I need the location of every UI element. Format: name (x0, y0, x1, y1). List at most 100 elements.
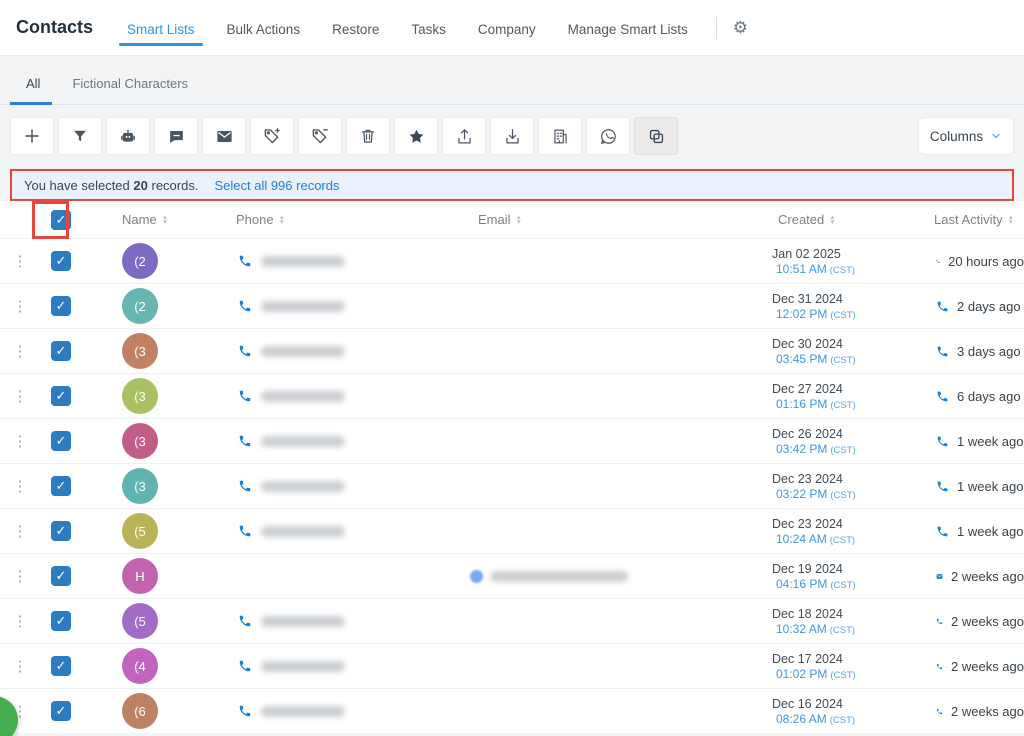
titlebar: Contacts Smart Lists Bulk Actions Restor… (0, 0, 1024, 56)
column-header-last-activity[interactable]: Last Activity▲▼ (914, 212, 1024, 227)
filter-button[interactable] (58, 117, 102, 155)
phone-icon (238, 704, 252, 718)
avatar[interactable]: (3 (122, 378, 158, 414)
created-time: 08:26 AM(CST) (772, 712, 855, 726)
row-checkbox[interactable]: ✓ (51, 656, 71, 676)
row-checkbox[interactable]: ✓ (51, 251, 71, 271)
column-header-created[interactable]: Created▲▼ (734, 212, 914, 227)
filter-icon (71, 127, 89, 145)
sms-button[interactable] (154, 117, 198, 155)
call-activity-icon (936, 435, 949, 448)
list-tab-fictional-characters[interactable]: Fictional Characters (56, 62, 204, 104)
phone-cell (236, 704, 470, 718)
avatar[interactable]: (3 (122, 333, 158, 369)
call-activity-icon (936, 615, 943, 628)
last-activity-cell: 1 week ago (914, 434, 1024, 449)
row-menu-icon[interactable]: ⋮ (0, 254, 40, 269)
avatar[interactable]: (5 (122, 603, 158, 639)
avatar[interactable]: (3 (122, 468, 158, 504)
columns-button[interactable]: Columns (918, 117, 1014, 155)
row-menu-icon[interactable]: ⋮ (0, 434, 40, 449)
tab-manage-smart-lists[interactable]: Manage Smart Lists (556, 4, 700, 52)
avatar[interactable]: (4 (122, 648, 158, 684)
created-time: 10:32 AM(CST) (772, 622, 855, 636)
created-cell: Dec 30 2024 03:45 PM(CST) (734, 337, 914, 366)
add-contact-button[interactable] (10, 117, 54, 155)
table-header: ✓ Name▲▼ Phone▲▼ Email▲▼ Created▲▼ Last … (0, 201, 1024, 238)
sort-icon[interactable]: ▲▼ (162, 215, 168, 225)
row-checkbox[interactable]: ✓ (51, 386, 71, 406)
row-checkbox[interactable]: ✓ (51, 476, 71, 496)
column-header-email[interactable]: Email▲▼ (470, 212, 734, 227)
row-checkbox[interactable]: ✓ (51, 701, 71, 721)
row-menu-icon[interactable]: ⋮ (0, 299, 40, 314)
avatar[interactable]: (5 (122, 513, 158, 549)
row-menu-icon[interactable]: ⋮ (0, 659, 40, 674)
avatar[interactable]: (2 (122, 288, 158, 324)
avatar[interactable]: (6 (122, 693, 158, 729)
avatar[interactable]: H (122, 558, 158, 594)
import-button[interactable] (490, 117, 534, 155)
row-checkbox[interactable]: ✓ (51, 296, 71, 316)
remove-tag-button[interactable] (298, 117, 342, 155)
phone-cell (236, 434, 470, 448)
redacted-phone (261, 346, 345, 357)
add-tag-button[interactable] (250, 117, 294, 155)
email-avatar-icon (470, 570, 483, 583)
automation-button[interactable] (106, 117, 150, 155)
row-menu-icon[interactable]: ⋮ (0, 479, 40, 494)
last-activity-cell: 1 week ago (914, 524, 1024, 539)
tab-bulk-actions[interactable]: Bulk Actions (215, 4, 313, 52)
sort-icon[interactable]: ▲▼ (279, 215, 285, 225)
row-menu-icon[interactable]: ⋮ (0, 569, 40, 584)
last-activity-text: 2 days ago (957, 299, 1021, 314)
row-checkbox[interactable]: ✓ (51, 611, 71, 631)
tab-smart-lists[interactable]: Smart Lists (115, 4, 207, 52)
row-checkbox[interactable]: ✓ (51, 341, 71, 361)
phone-icon (238, 344, 252, 358)
export-icon (455, 127, 474, 146)
row-menu-icon[interactable]: ⋮ (0, 344, 40, 359)
email-button[interactable] (202, 117, 246, 155)
phone-cell (236, 524, 470, 538)
tab-tasks[interactable]: Tasks (399, 4, 458, 52)
last-activity-text: 2 weeks ago (951, 704, 1024, 719)
table-row: ⋮ ✓ (2 Dec 31 2024 12:02 PM(CST) 2 days … (0, 283, 1024, 328)
call-activity-icon (936, 255, 940, 268)
row-menu-icon[interactable]: ⋮ (0, 389, 40, 404)
created-cell: Dec 19 2024 04:16 PM(CST) (734, 562, 914, 591)
last-activity-text: 1 week ago (957, 524, 1024, 539)
sort-icon[interactable]: ▲▼ (1008, 215, 1014, 225)
delete-button[interactable] (346, 117, 390, 155)
merge-duplicate-icon (647, 127, 666, 146)
row-checkbox[interactable]: ✓ (51, 431, 71, 451)
created-cell: Dec 17 2024 01:02 PM(CST) (734, 652, 914, 681)
row-checkbox[interactable]: ✓ (51, 566, 71, 586)
row-menu-icon[interactable]: ⋮ (0, 614, 40, 629)
row-checkbox[interactable]: ✓ (51, 521, 71, 541)
phone-icon (238, 434, 252, 448)
star-button[interactable] (394, 117, 438, 155)
select-all-checkbox[interactable]: ✓ (51, 210, 71, 230)
star-icon (407, 127, 426, 146)
robot-icon (118, 126, 138, 146)
sort-icon[interactable]: ▲▼ (829, 215, 835, 225)
tab-restore[interactable]: Restore (320, 4, 391, 52)
phone-icon (238, 524, 252, 538)
avatar[interactable]: (3 (122, 423, 158, 459)
tab-company[interactable]: Company (466, 4, 548, 52)
export-button[interactable] (442, 117, 486, 155)
column-header-name[interactable]: Name▲▼ (84, 212, 236, 227)
gear-icon[interactable]: ⚙ (733, 19, 748, 36)
row-menu-icon[interactable]: ⋮ (0, 524, 40, 539)
avatar[interactable]: (2 (122, 243, 158, 279)
company-button[interactable] (538, 117, 582, 155)
select-all-link[interactable]: Select all 996 records (214, 178, 339, 193)
last-activity-cell: 3 days ago (914, 344, 1024, 359)
sort-icon[interactable]: ▲▼ (516, 215, 522, 225)
whatsapp-button[interactable] (586, 117, 630, 155)
merge-duplicates-button[interactable] (634, 117, 678, 155)
list-tab-all[interactable]: All (10, 62, 56, 104)
column-header-phone[interactable]: Phone▲▼ (236, 212, 470, 227)
phone-icon (238, 389, 252, 403)
